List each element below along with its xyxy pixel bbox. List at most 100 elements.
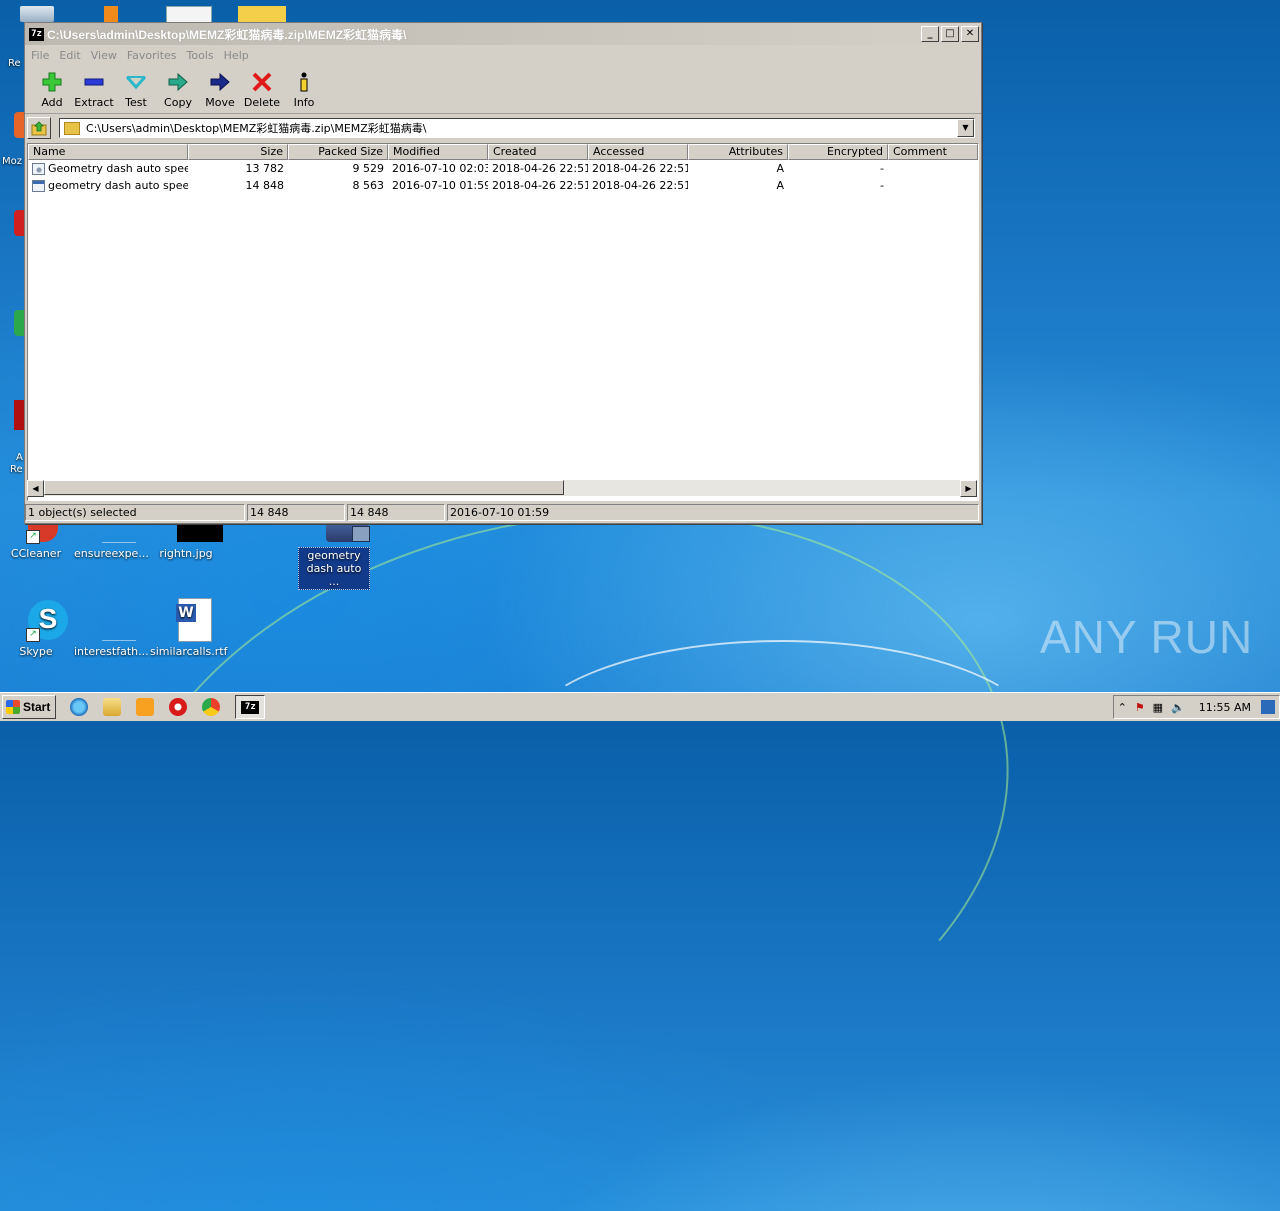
config-file-icon (32, 163, 45, 175)
maximize-button[interactable]: □ (941, 26, 959, 42)
volume-icon[interactable]: 🔈 (1171, 701, 1185, 714)
wallpaper-swoosh (520, 640, 1044, 844)
desktop-edge-label[interactable]: A (16, 452, 23, 463)
action-center-icon[interactable]: ⚑ (1135, 701, 1145, 714)
menu-edit[interactable]: Edit (59, 49, 80, 62)
address-bar[interactable]: C:\Users\admin\Desktop\MEMZ彩虹猫病毒.zip\MEM… (59, 118, 975, 138)
menu-favorites[interactable]: Favorites (127, 49, 177, 62)
file-created: 2018-04-26 22:51 (492, 179, 588, 192)
status-modified: 2016-07-10 01:59 (447, 504, 979, 521)
info-label: Info (293, 96, 315, 109)
file-size: 13 782 (245, 162, 285, 175)
copy-label: Copy (164, 96, 192, 109)
column-accessed[interactable]: Accessed (588, 144, 688, 160)
edge-icon-opera[interactable] (14, 210, 24, 236)
column-size[interactable]: Size (188, 144, 288, 160)
copy-button[interactable]: Copy (157, 71, 199, 113)
chrome-icon[interactable] (202, 698, 221, 716)
explorer-folder-icon[interactable] (103, 698, 122, 716)
file-size: 14 848 (245, 179, 285, 192)
test-button[interactable]: Test (115, 71, 157, 113)
up-folder-button[interactable] (27, 117, 51, 139)
column-created[interactable]: Created (488, 144, 588, 160)
taskbar-item-7zip[interactable]: 7z (235, 695, 266, 719)
column-name[interactable]: Name (28, 144, 188, 160)
file-name-cell: Geometry dash auto spee... (28, 162, 188, 175)
file-encrypted: - (880, 179, 884, 192)
column-attributes[interactable]: Attributes (688, 144, 788, 160)
close-button[interactable]: ✕ (961, 26, 979, 42)
column-encrypted[interactable]: Encrypted (788, 144, 888, 160)
move-button[interactable]: Move (199, 71, 241, 113)
scroll-left-button[interactable]: ◀ (27, 480, 44, 497)
info-icon (300, 72, 308, 92)
delete-button[interactable]: Delete (241, 71, 283, 113)
word-document-icon: W (164, 598, 212, 642)
desktop-edge-label[interactable]: Re (8, 58, 21, 69)
move-icon (210, 72, 230, 92)
desktop-icon-vlc[interactable] (104, 6, 118, 22)
address-dropdown-button[interactable]: ▼ (957, 119, 974, 137)
edge-icon-chrome[interactable] (14, 310, 24, 336)
scroll-track[interactable] (564, 480, 960, 496)
clock[interactable]: 11:55 AM (1199, 701, 1251, 714)
window-title: C:\Users\admin\Desktop\MEMZ彩虹猫病毒.zip\MEM… (47, 27, 407, 42)
desktop-icon-rightn[interactable]: rightn.jpg (150, 520, 223, 560)
extract-button[interactable]: Extract (73, 71, 115, 113)
table-row[interactable]: geometry dash auto spee... 14 848 8 563 … (28, 177, 978, 194)
desktop-icon-skype[interactable]: S ↗ Skype (0, 598, 72, 658)
desktop-icon-similarcalls[interactable]: W similarcalls.rtf (150, 598, 227, 658)
opera-icon[interactable] (169, 698, 188, 716)
internet-explorer-icon[interactable] (70, 698, 89, 716)
scroll-right-button[interactable]: ▶ (960, 480, 977, 497)
desktop-icon-label: CCleaner (10, 547, 62, 560)
info-button[interactable]: Info (283, 71, 325, 113)
title-bar[interactable]: 7z C:\Users\admin\Desktop\MEMZ彩虹猫病毒.zip\… (25, 23, 981, 45)
show-desktop-button[interactable] (1261, 700, 1275, 714)
quick-launch: 7z (70, 695, 266, 719)
file-list[interactable]: Name Size Packed Size Modified Created A… (27, 143, 979, 501)
file-name-cell: geometry dash auto spee... (28, 179, 188, 192)
address-row: C:\Users\admin\Desktop\MEMZ彩虹猫病毒.zip\MEM… (27, 117, 977, 139)
edge-icon-acrobat[interactable] (14, 400, 24, 430)
desktop-icon-recycle-bin[interactable] (20, 6, 54, 22)
move-label: Move (205, 96, 235, 109)
network-icon[interactable]: ▦ (1153, 701, 1163, 714)
desktop-icon-geometry-dash[interactable]: geometry dash auto ... (298, 520, 370, 590)
desktop-icon-ccleaner[interactable]: ↗ CCleaner (0, 520, 72, 560)
sevenzip-window[interactable]: 7z C:\Users\admin\Desktop\MEMZ彩虹猫病毒.zip\… (24, 22, 982, 524)
horizontal-scrollbar[interactable]: ◀ ▶ (27, 480, 977, 497)
file-attributes: A (776, 179, 784, 192)
status-size: 14 848 (247, 504, 345, 521)
file-modified: 2016-07-10 02:03 (392, 162, 488, 175)
table-row[interactable]: Geometry dash auto spee... 13 782 9 529 … (28, 160, 978, 177)
desktop-icon-ensureexpe[interactable]: ensureexpe... (74, 520, 149, 560)
test-label: Test (125, 96, 147, 109)
desktop-edge-label[interactable]: Re (10, 464, 23, 475)
column-modified[interactable]: Modified (388, 144, 488, 160)
media-player-icon[interactable] (136, 698, 155, 716)
menu-tools[interactable]: Tools (187, 49, 214, 62)
status-packed: 14 848 (347, 504, 445, 521)
add-button[interactable]: Add (31, 71, 73, 113)
menu-help[interactable]: Help (224, 49, 249, 62)
edge-icon-firefox[interactable] (14, 112, 24, 138)
desktop-edge-label[interactable]: Moz (2, 156, 22, 167)
file-created: 2018-04-26 22:51 (492, 162, 588, 175)
column-packed-size[interactable]: Packed Size (288, 144, 388, 160)
scroll-thumb[interactable] (44, 480, 564, 495)
desktop-icon-interestfath[interactable]: interestfath... (74, 598, 149, 658)
tray-expand-icon[interactable]: ⌃ (1118, 701, 1127, 714)
menu-view[interactable]: View (91, 49, 117, 62)
windows-flag-icon (6, 700, 20, 714)
start-label: Start (23, 700, 51, 714)
skype-icon: S ↗ (14, 598, 68, 642)
desktop-icon-folder[interactable] (238, 6, 286, 22)
status-bar: 1 object(s) selected 14 848 14 848 2016-… (25, 502, 981, 522)
start-button[interactable]: Start (2, 695, 57, 719)
delete-label: Delete (243, 96, 281, 109)
address-path[interactable]: C:\Users\admin\Desktop\MEMZ彩虹猫病毒.zip\MEM… (86, 120, 957, 136)
column-comment[interactable]: Comment (888, 144, 978, 160)
menu-file[interactable]: File (31, 49, 49, 62)
minimize-button[interactable]: _ (921, 26, 939, 42)
